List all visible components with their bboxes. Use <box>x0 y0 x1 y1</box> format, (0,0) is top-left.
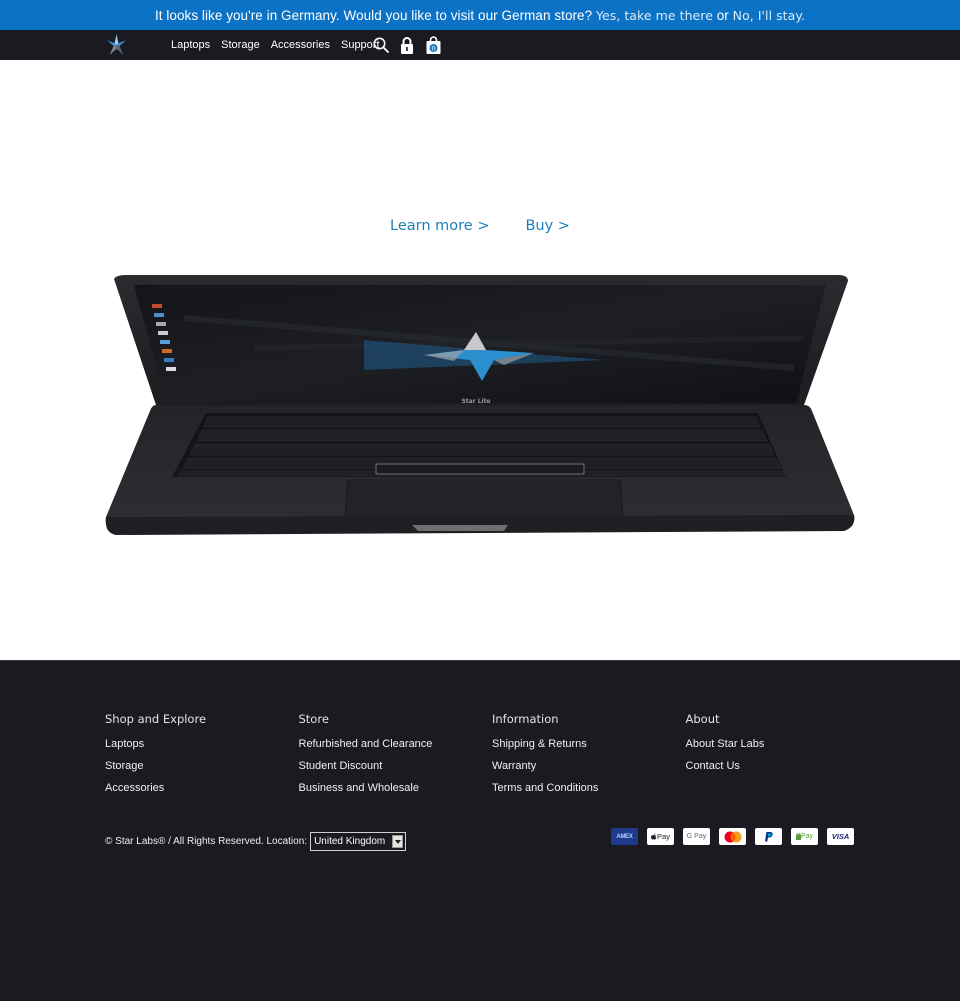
star-labs-logo-icon[interactable] <box>105 33 128 57</box>
footer-column-shop: Shop and Explore Laptops Storage Accesso… <box>105 712 299 799</box>
geo-banner-message: It looks like you're in Germany. Would y… <box>154 7 593 23</box>
hero-cta-group: Learn more > Buy > <box>0 218 960 234</box>
footer-link-accessories[interactable]: Accessories <box>105 782 164 794</box>
geo-redirect-banner: It looks like you're in Germany. Would y… <box>0 0 960 30</box>
chevron-down-icon[interactable] <box>392 835 404 848</box>
footer-column-information: Information Shipping & Returns Warranty … <box>492 712 686 799</box>
visa-icon: VISA <box>827 828 854 845</box>
paypal-icon <box>755 828 782 845</box>
footer-heading: Information <box>492 712 559 726</box>
hero-section: Learn more > Buy > Star Lite <box>0 60 960 660</box>
footer-heading: About <box>685 712 720 726</box>
nav-item-storage[interactable]: Storage <box>221 39 260 51</box>
footer-link-business[interactable]: Business and Wholesale <box>299 782 419 794</box>
location-select-value: United Kingdom <box>314 836 386 847</box>
geo-banner-or: or <box>716 7 729 23</box>
laptop-product-image: Star Lite <box>105 275 855 535</box>
mastercard-icon <box>719 828 746 845</box>
cart-icon[interactable]: 0 <box>426 36 441 54</box>
footer-link-student-discount[interactable]: Student Discount <box>299 760 383 772</box>
learn-more-link[interactable]: Learn more > <box>390 218 489 234</box>
payment-methods: AMEX Pay G Pay Pay VISA <box>611 828 854 845</box>
footer-link-terms[interactable]: Terms and Conditions <box>492 782 598 794</box>
footer-link-shipping-returns[interactable]: Shipping & Returns <box>492 738 587 750</box>
footer-link-storage[interactable]: Storage <box>105 760 144 772</box>
footer-link-contact-us[interactable]: Contact Us <box>686 760 740 772</box>
footer-link-laptops[interactable]: Laptops <box>105 738 144 750</box>
footer-link-refurbished[interactable]: Refurbished and Clearance <box>299 738 433 750</box>
yes-redirect-link[interactable]: Yes, take me there <box>596 8 713 23</box>
screen-label: Star Lite <box>461 398 490 405</box>
site-footer: Shop and Explore Laptops Storage Accesso… <box>0 660 960 1001</box>
footer-link-warranty[interactable]: Warranty <box>492 760 536 772</box>
footer-heading: Store <box>298 712 329 726</box>
search-icon[interactable] <box>373 36 389 54</box>
footer-heading: Shop and Explore <box>105 712 207 726</box>
google-pay-icon: G Pay <box>683 828 710 845</box>
nav-menu: Laptops Storage Accessories Support <box>171 30 380 60</box>
shop-pay-icon: Pay <box>791 828 818 845</box>
cart-count: 0 <box>432 45 436 52</box>
amex-icon: AMEX <box>611 828 638 845</box>
footer-column-store: Store Refurbished and Clearance Student … <box>299 712 493 799</box>
lock-icon[interactable] <box>400 36 414 54</box>
no-stay-link[interactable]: No, I'll stay. <box>733 8 805 23</box>
nav-item-accessories[interactable]: Accessories <box>271 39 330 51</box>
copyright-text: © Star Labs® / All Rights Reserved. Loca… <box>105 836 308 847</box>
footer-link-about-star-labs[interactable]: About Star Labs <box>686 738 765 750</box>
apple-pay-icon: Pay <box>647 828 674 845</box>
nav-item-laptops[interactable]: Laptops <box>171 39 210 51</box>
main-navigation: Laptops Storage Accessories Support 0 <box>0 30 960 60</box>
buy-link[interactable]: Buy > <box>525 218 569 234</box>
footer-legal: © Star Labs® / All Rights Reserved. Loca… <box>105 832 407 851</box>
location-select[interactable]: United Kingdom <box>310 832 407 851</box>
footer-columns: Shop and Explore Laptops Storage Accesso… <box>105 712 879 799</box>
footer-column-about: About About Star Labs Contact Us <box>686 712 880 799</box>
